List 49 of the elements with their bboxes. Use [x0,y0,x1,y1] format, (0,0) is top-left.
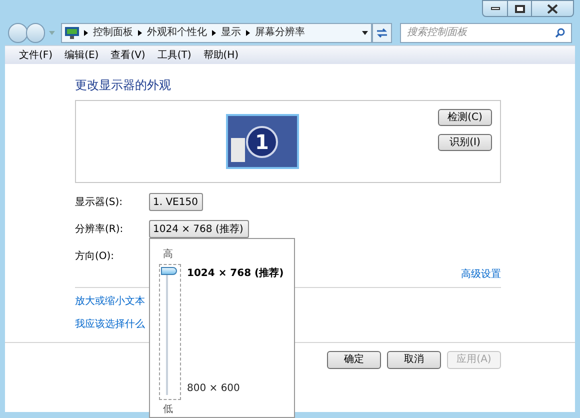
resolution-option[interactable]: 800 × 600 [187,381,284,396]
dropdown-field[interactable]: 1. VE150 [149,193,203,211]
help-link[interactable]: 我应该选择什么 [75,317,501,332]
breadcrumb-item[interactable]: 外观和个性化 [147,25,208,40]
preview-button[interactable]: 检测(C) [438,109,492,126]
back-icon[interactable] [8,22,28,42]
low-label: 低 [163,403,174,417]
dropdown-value: 1. VE150 [153,196,198,210]
window-thumbnail-drawing [230,138,244,162]
minimize-icon[interactable] [482,0,508,17]
search-icon [555,28,565,38]
close-icon[interactable] [532,0,574,17]
breadcrumb-arrow-icon [84,30,88,36]
breadcrumb-item[interactable]: 屏幕分辨率 [255,25,306,40]
menu-item[interactable]: 文件(F) [19,48,53,62]
breadcrumb-arrow-icon [138,30,142,36]
refresh-icon[interactable] [372,22,392,42]
page-heading: 更改显示器的外观 [75,77,172,94]
forward-icon[interactable] [26,22,46,42]
preview-button[interactable]: 识别(I) [438,134,492,151]
slider-thumb[interactable] [161,267,177,275]
dialog-button[interactable]: 确定 [327,351,381,369]
advanced-settings-link[interactable]: 高级设置 [461,267,501,282]
dialog-button[interactable]: 取消 [387,351,441,369]
dropdown-value: 1024 × 768 (推荐) [153,222,244,236]
field-label: 分辨率(R): [75,222,124,236]
breadcrumb-item[interactable]: 显示 [221,25,242,40]
search-placeholder: 搜索控制面板 [407,26,468,40]
dropdown-field[interactable]: 1024 × 768 (推荐) [149,220,249,238]
breadcrumb-arrow-icon [212,30,216,36]
menu-item[interactable]: 编辑(E) [64,48,99,62]
menu-item[interactable]: 帮助(H) [203,48,239,62]
menu-item[interactable]: 查看(V) [110,48,146,62]
resolution-option[interactable]: 1024 × 768 (推荐) [187,266,284,281]
monitor-icon [65,26,80,38]
maximize-icon[interactable] [508,0,532,17]
breadcrumb-item[interactable]: 控制面板 [93,25,134,40]
high-label: 高 [163,248,174,262]
menu-item[interactable]: 工具(T) [157,48,192,62]
search-field[interactable]: 搜索控制面板 [400,22,572,42]
field-label: 显示器(S): [75,196,124,210]
breadcrumb-arrow-icon [246,30,250,36]
address-bar[interactable]: 控制面板 外观和个性化 显示 屏幕分辨率 [61,22,372,42]
dropdown-caret-icon[interactable] [362,30,368,34]
help-link[interactable]: 放大或缩小文本 [75,294,501,309]
monitor-tile[interactable]: 1 [226,114,298,169]
field-label: 方向(O): [75,250,116,264]
monitor-number: 1 [246,126,278,158]
resolution-slider[interactable] [159,264,181,400]
